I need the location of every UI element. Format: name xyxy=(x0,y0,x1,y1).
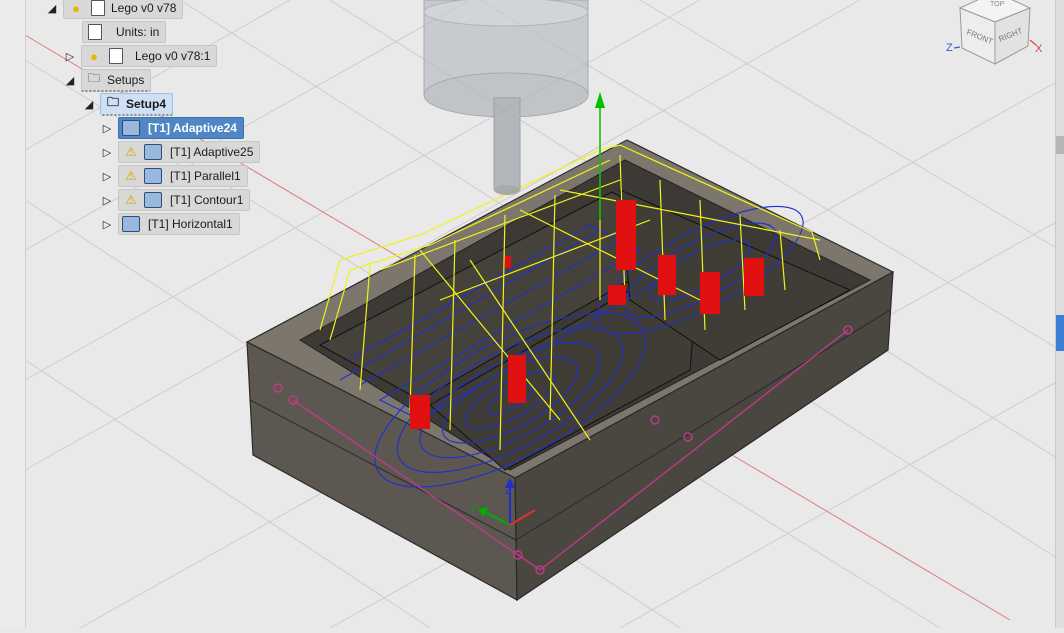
op-chip[interactable]: ⚠ [T1] Adaptive25 xyxy=(118,141,261,163)
component-icon xyxy=(107,48,125,64)
tree-op-parallel1[interactable]: ▷ ⚠ [T1] Parallel1 xyxy=(100,165,248,187)
op-label: [T1] Parallel1 xyxy=(170,169,241,183)
panel-tab[interactable] xyxy=(1056,136,1064,154)
tree-op-adaptive25[interactable]: ▷ ⚠ [T1] Adaptive25 xyxy=(100,141,261,163)
setups-label: Setups xyxy=(107,72,145,87)
warning-icon: ⚠ xyxy=(125,192,137,207)
setup4-chip[interactable]: 🗀 Setup4 xyxy=(100,92,174,116)
setup4-label: Setup4 xyxy=(126,96,167,111)
folder-icon: 🗀 xyxy=(87,71,100,85)
adaptive-op-icon xyxy=(122,120,140,136)
triad-z-label: Z xyxy=(505,486,511,497)
visibility-bulb-icon[interactable]: ● xyxy=(67,0,85,16)
setups-chip[interactable]: 🗀 Setups xyxy=(81,68,152,92)
triad-y-label: Y xyxy=(470,504,477,515)
expand-triangle-icon[interactable]: ▷ xyxy=(100,189,114,211)
cutting-tool xyxy=(423,0,589,195)
expand-triangle-icon[interactable]: ▷ xyxy=(100,165,114,187)
root-chip[interactable]: ● Lego v0 v78 xyxy=(63,0,184,19)
document-icon xyxy=(89,0,107,16)
op-chip[interactable]: ⚠ [T1] Contour1 xyxy=(118,189,251,211)
contour-op-icon xyxy=(144,192,162,208)
units-label: Units: in xyxy=(116,25,160,39)
tree-op-horizontal1[interactable]: ▷ [T1] Horizontal1 xyxy=(100,213,240,235)
right-panel-edge[interactable] xyxy=(1055,0,1064,628)
op-label: [T1] Horizontal1 xyxy=(148,217,233,231)
viewcube-z-axis-label: Z xyxy=(946,42,953,54)
collapse-triangle-icon[interactable]: ◢ xyxy=(63,69,77,91)
op-label: [T1] Contour1 xyxy=(170,193,244,207)
collapse-triangle-icon[interactable]: ◢ xyxy=(45,0,59,19)
op-label: [T1] Adaptive24 xyxy=(148,121,237,135)
units-chip[interactable]: Units: in xyxy=(82,21,167,43)
view-cube[interactable]: TOP FRONT RIGHT Z X xyxy=(940,0,1064,70)
tree-root[interactable]: ◢ ● Lego v0 v78 xyxy=(45,0,184,19)
viewcube-top-label: TOP xyxy=(990,1,1005,8)
expand-triangle-icon[interactable]: ▷ xyxy=(100,213,114,235)
op-label: [T1] Adaptive25 xyxy=(170,145,254,159)
tree-op-contour1[interactable]: ▷ ⚠ [T1] Contour1 xyxy=(100,189,251,211)
parallel-op-icon xyxy=(144,168,162,184)
panel-tab-active[interactable] xyxy=(1056,315,1064,351)
expand-triangle-icon[interactable]: ▷ xyxy=(100,117,114,139)
tree-units[interactable]: Units: in xyxy=(82,21,167,43)
op-chip[interactable]: [T1] Adaptive24 xyxy=(118,117,244,139)
setup-folder-icon: 🗀 xyxy=(106,95,119,109)
tree-component[interactable]: ▷ ● Lego v0 v78:1 xyxy=(63,45,218,67)
units-doc-icon xyxy=(86,24,104,40)
op-chip[interactable]: [T1] Horizontal1 xyxy=(118,213,240,235)
component-chip[interactable]: ● Lego v0 v78:1 xyxy=(81,45,218,67)
op-chip[interactable]: ⚠ [T1] Parallel1 xyxy=(118,165,248,187)
tree-setup4[interactable]: ◢ 🗀 Setup4 xyxy=(82,92,174,116)
root-label: Lego v0 v78 xyxy=(111,1,177,15)
warning-icon: ⚠ xyxy=(125,144,137,159)
warning-icon: ⚠ xyxy=(125,168,137,183)
component-label: Lego v0 v78:1 xyxy=(135,49,211,63)
tree-setups[interactable]: ◢ 🗀 Setups xyxy=(63,68,152,92)
adaptive-op-icon xyxy=(144,144,162,160)
browser-panel-edge xyxy=(0,0,26,628)
visibility-bulb-icon[interactable]: ● xyxy=(85,48,103,64)
tree-op-adaptive24[interactable]: ▷ [T1] Adaptive24 xyxy=(100,117,244,139)
horizontal-op-icon xyxy=(122,216,140,232)
viewcube-x-axis-label: X xyxy=(1035,43,1043,55)
expand-triangle-icon[interactable]: ▷ xyxy=(63,45,77,67)
collapse-triangle-icon[interactable]: ◢ xyxy=(82,93,96,115)
expand-triangle-icon[interactable]: ▷ xyxy=(100,141,114,163)
